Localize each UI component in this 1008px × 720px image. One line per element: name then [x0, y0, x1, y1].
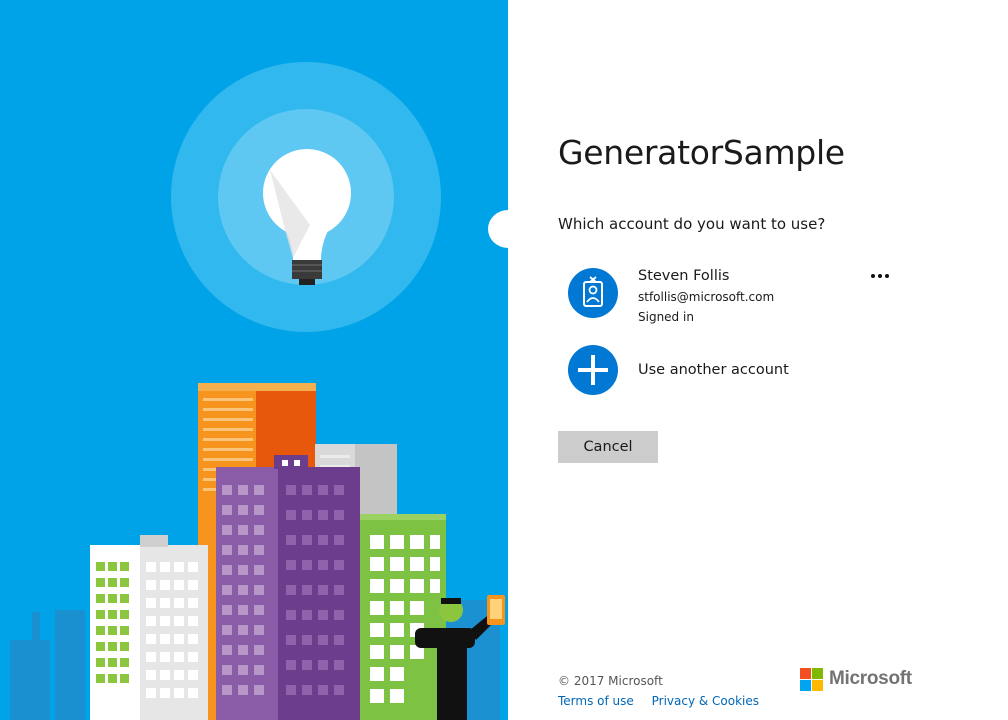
plus-avatar: [568, 345, 618, 395]
footer-links: Terms of use Privacy & Cookies: [558, 694, 773, 708]
plus-icon: [578, 355, 608, 385]
account-avatar: [568, 268, 618, 318]
privacy-cookies-link[interactable]: Privacy & Cookies: [652, 694, 759, 708]
hero-illustration: [0, 0, 508, 720]
more-options-icon[interactable]: [868, 266, 892, 286]
city-lightbulb-illustration: [10, 62, 505, 720]
cancel-button[interactable]: Cancel: [558, 431, 658, 463]
use-another-account-label: Use another account: [638, 362, 789, 378]
account-email: stfollis@microsoft.com: [638, 290, 775, 304]
microsoft-logo-text: Microsoft: [829, 668, 912, 689]
microsoft-logo-icon: [800, 668, 823, 691]
account-name: Steven Follis: [638, 268, 730, 284]
badge-icon: [583, 276, 603, 307]
account-picker-panel: GeneratorSample Which account do you wan…: [508, 0, 1008, 720]
page-title: GeneratorSample: [558, 133, 845, 172]
use-another-account-button[interactable]: Use another account: [566, 345, 866, 397]
terms-of-use-link[interactable]: Terms of use: [558, 694, 634, 708]
account-status: Signed in: [638, 310, 694, 324]
account-question: Which account do you want to use?: [558, 215, 826, 233]
copyright-text: © 2017 Microsoft: [558, 674, 663, 688]
